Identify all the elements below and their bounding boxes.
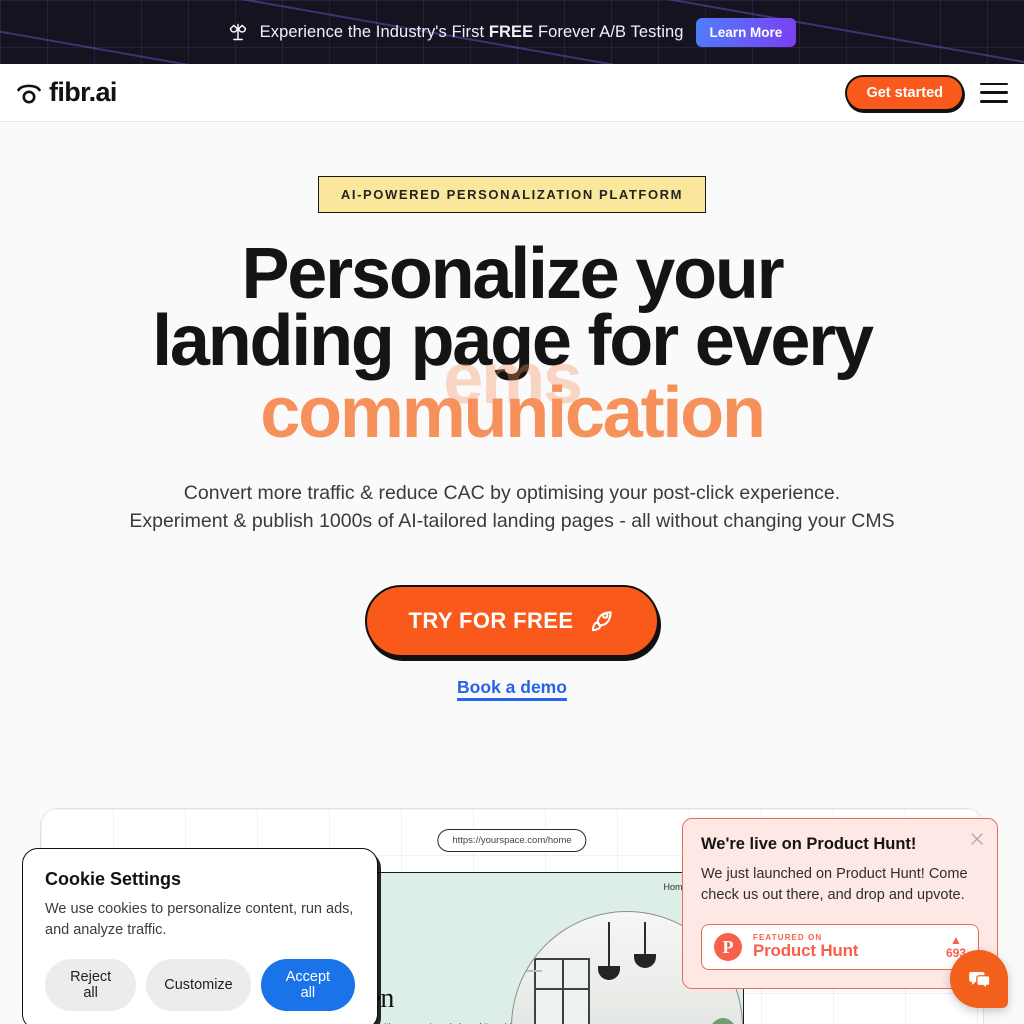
announcement-banner: Experience the Industry's First FREE For… [0, 0, 1024, 64]
rocket-icon [592, 611, 613, 632]
cookie-dialog-actions: Reject all Customize Accept all [45, 959, 355, 1012]
logo[interactable]: fibr.ai [16, 77, 117, 108]
pendant-lamp-shade-2 [634, 954, 656, 968]
book-a-demo-link[interactable]: Book a demo [457, 677, 567, 698]
cookie-dialog-body: We use cookies to personalize content, r… [45, 901, 354, 939]
site-header: fibr.ai Get started [0, 64, 1024, 122]
hamburger-menu-icon[interactable] [980, 82, 1008, 103]
subtitle-line-2: Experiment & publish 1000s of AI-tailore… [129, 510, 895, 533]
product-hunt-toast-title: We're live on Product Hunt! [701, 835, 917, 853]
page-title: Personalize your landing page for every … [0, 238, 1024, 467]
cookie-settings-dialog: Cookie Settings We use cookies to person… [22, 848, 378, 1024]
try-for-free-button[interactable]: TRY FOR FREE [364, 585, 660, 658]
preview-url-pill[interactable]: https://yourspace.com/home [437, 829, 587, 852]
cookie-dialog-title: Cookie Settings [45, 869, 182, 889]
pendant-lamp-cord-1 [608, 922, 610, 966]
product-hunt-toast: We're live on Product Hunt! We just laun… [682, 818, 998, 990]
customize-button[interactable]: Customize [146, 959, 251, 1012]
scale-balance-icon [228, 22, 248, 42]
banner-text-before: Experience the Industry's First [259, 22, 489, 41]
hero-subtitle: Convert more traffic & reduce CAC by opt… [72, 479, 952, 536]
product-hunt-name-label: Product Hunt [753, 941, 859, 961]
banner-text: Experience the Industry's First FREE For… [260, 23, 684, 42]
pendant-lamp-cord-2 [644, 922, 646, 954]
fibr-eye-icon [17, 84, 41, 103]
upvote-caret-icon: ▲ [950, 933, 962, 948]
landing-page: Experience the Industry's First FREE For… [0, 0, 1024, 1024]
chat-bubble-icon [969, 971, 991, 991]
product-hunt-toast-body: We just launched on Product Hunt! Come c… [701, 866, 968, 904]
reject-all-button[interactable]: Reject all [45, 959, 137, 1012]
chat-widget-button[interactable] [950, 950, 1008, 1008]
product-hunt-badge[interactable]: P FEATURED ON Product Hunt ▲ 693 [701, 924, 979, 971]
get-started-button[interactable]: Get started [845, 74, 964, 111]
accept-all-button[interactable]: Accept all [260, 959, 355, 1012]
kitchen-window [534, 958, 590, 1024]
product-hunt-logo-icon: P [714, 933, 742, 962]
eyebrow-badge: AI-POWERED PERSONALIZATION PLATFORM [317, 176, 707, 213]
kitchen-plant [710, 1018, 736, 1024]
rotator-incoming-word: communication [260, 372, 766, 453]
banner-text-after: Forever A/B Testing [533, 22, 684, 41]
subtitle-line-1: Convert more traffic & reduce CAC by opt… [183, 481, 841, 504]
headline-text-rotator: ems communication [0, 343, 1024, 467]
logo-text: fibr.ai [49, 77, 117, 107]
hero-section: AI-POWERED PERSONALIZATION PLATFORM Pers… [0, 122, 1024, 698]
try-for-free-label: TRY FOR FREE [408, 608, 574, 634]
banner-text-free: FREE [488, 22, 534, 41]
close-icon[interactable] [969, 831, 985, 847]
kitchen-shelf [520, 970, 542, 972]
learn-more-button[interactable]: Learn More [695, 17, 797, 47]
pendant-lamp-shade-1 [598, 966, 620, 980]
